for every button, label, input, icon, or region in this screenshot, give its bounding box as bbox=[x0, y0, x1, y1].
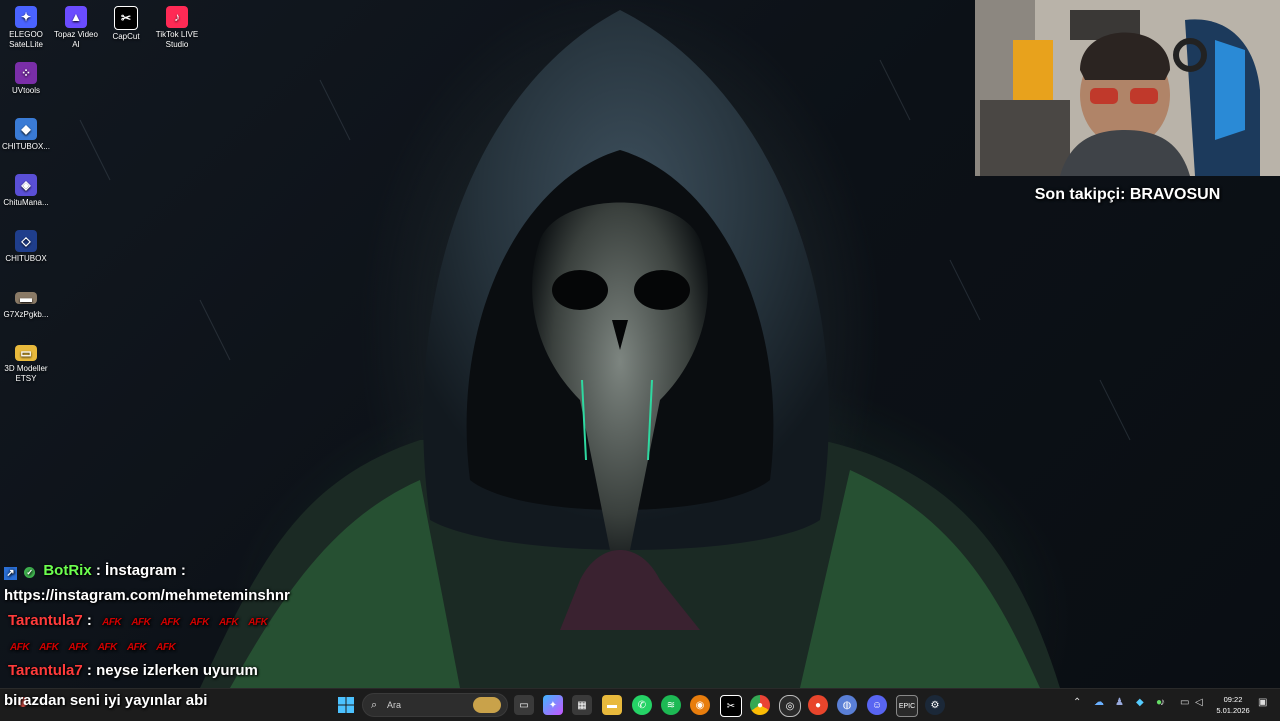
tray-overflow-chevron-icon[interactable]: ⌃ bbox=[1073, 697, 1081, 708]
search-icon: ⌕ bbox=[371, 699, 378, 711]
copilot-icon[interactable]: ✦ bbox=[543, 695, 563, 715]
desktop-icon-folder[interactable]: ▭ 3D Modeller ETSY bbox=[0, 342, 52, 384]
desktop-icon-chitubox-shortcut[interactable]: ◆ CHITUBOX... bbox=[0, 118, 52, 152]
afk-emote: AFK bbox=[10, 642, 30, 653]
chat-username: BotRix bbox=[43, 562, 92, 579]
desktop-icon-label: ELEGOO SateLLite bbox=[9, 30, 43, 49]
chat-message-text: birazdan seni iyi yayınlar abi bbox=[4, 692, 208, 709]
chat-message-afk: Tarantula7 : AFK AFK AFK AFK AFK AFK bbox=[4, 608, 324, 633]
last-follower-label: Son takipçi: BRAVOSUN bbox=[1034, 186, 1221, 203]
chrome-icon[interactable]: ● bbox=[750, 695, 770, 715]
folder-icon: ▭ bbox=[15, 345, 37, 361]
verified-badge-icon: ✓ bbox=[24, 567, 36, 578]
chat-username: Tarantula7 bbox=[8, 662, 83, 679]
microphone-icon[interactable]: ♪ bbox=[1160, 697, 1165, 708]
file-explorer-icon[interactable]: ▬ bbox=[602, 695, 622, 715]
obs-icon[interactable]: ◎ bbox=[779, 695, 801, 717]
chat-link-text: https://instagram.com/mehmeteminshnr bbox=[4, 587, 290, 604]
desktop-icon-elegoo[interactable]: ✦ ELEGOO SateLLite bbox=[0, 6, 52, 50]
tiktok-live-icon: ♪ bbox=[166, 6, 188, 28]
discord-icon[interactable]: ☺ bbox=[867, 695, 887, 715]
afk-emote: AFK bbox=[126, 642, 147, 653]
chat-username: Tarantula7 bbox=[8, 612, 83, 629]
desktop-icon-chitumanager[interactable]: ◈ ChituMana... bbox=[0, 174, 52, 208]
tray-app-icon[interactable]: ☁ bbox=[1094, 697, 1104, 708]
chitumanager-icon: ◈ bbox=[15, 174, 37, 196]
afk-emote: AFK bbox=[68, 642, 88, 653]
steam-icon[interactable]: ⚙ bbox=[925, 695, 945, 715]
chat-message-continuation: https://instagram.com/mehmeteminshnr bbox=[4, 583, 324, 608]
windows-logo-icon bbox=[338, 697, 354, 713]
desktop-icon-topaz[interactable]: ▲ Topaz Video AI bbox=[50, 6, 102, 50]
search-highlight-icon bbox=[473, 697, 501, 713]
volume-icon[interactable]: ◁ bbox=[1195, 697, 1203, 708]
desktop-icon-label: CHITUBOX bbox=[5, 254, 47, 263]
epic-games-icon[interactable]: EPIC bbox=[896, 695, 918, 717]
topaz-icon: ▲ bbox=[65, 6, 87, 28]
desktop-icon-image-file[interactable]: ▬ G7XzPgkb... bbox=[0, 286, 52, 320]
chat-message-botrix: ↗ ✓ BotRix : İnstagram : bbox=[4, 558, 324, 583]
desktop-icon-label: CapCut bbox=[112, 32, 140, 41]
capcut-icon: ✂ bbox=[114, 6, 138, 30]
tray-app-icon[interactable]: ◆ bbox=[1136, 697, 1144, 708]
afk-emote: AFK bbox=[102, 617, 122, 628]
notification-icon[interactable]: ▣ bbox=[1258, 697, 1267, 708]
blender-icon[interactable]: ◉ bbox=[690, 695, 710, 715]
desktop-icon-label: CHITUBOX... bbox=[1, 142, 50, 151]
desktop-icon-chitubox[interactable]: ◇ CHITUBOX bbox=[0, 230, 52, 264]
store-icon[interactable]: ▦ bbox=[572, 695, 592, 715]
desktop-icon-label: TikTok LIVE Studio bbox=[155, 30, 199, 49]
app-blue-icon[interactable]: ◍ bbox=[837, 695, 857, 715]
app-orange-icon[interactable]: ● bbox=[808, 695, 828, 715]
image-file-icon: ▬ bbox=[15, 292, 37, 304]
afk-emote: AFK bbox=[131, 617, 151, 628]
spotify-icon[interactable]: ≋ bbox=[661, 695, 681, 715]
desktop-icon-label: G7XzPgkb... bbox=[3, 310, 49, 319]
network-icon[interactable]: ▭ bbox=[1180, 697, 1189, 708]
chat-message-text: : İnstagram : bbox=[95, 562, 186, 579]
clock-time: 09:22 bbox=[1223, 695, 1243, 704]
chitubox-icon: ◆ bbox=[15, 118, 37, 140]
chat-message-afk-continued: AFK AFK AFK AFK AFK AFK bbox=[4, 633, 324, 658]
start-button[interactable] bbox=[336, 695, 356, 715]
chat-separator: : bbox=[86, 612, 92, 629]
desktop-icon-tiktok-live[interactable]: ♪ TikTok LIVE Studio bbox=[151, 6, 203, 50]
whatsapp-icon[interactable]: ✆ bbox=[632, 695, 652, 715]
desktop-icon-label: UVtools bbox=[11, 86, 40, 95]
search-placeholder: Ara bbox=[387, 700, 402, 710]
afk-emote: AFK bbox=[97, 642, 118, 653]
stream-chat-overlay: ↗ ✓ BotRix : İnstagram : https://instagr… bbox=[4, 558, 324, 683]
afk-emote: AFK bbox=[160, 617, 181, 628]
chat-message-tarantula: Tarantula7 : neyse izlerken uyurum bbox=[4, 658, 324, 683]
chat-message-text: : neyse izlerken uyurum bbox=[86, 662, 258, 679]
kick-badge-icon: ↗ bbox=[4, 567, 17, 580]
taskbar-clock[interactable]: 09:22 5.01.2026 bbox=[1212, 694, 1254, 716]
afk-emote: AFK bbox=[248, 617, 268, 628]
elegoo-icon: ✦ bbox=[15, 6, 37, 28]
tray-app-icon[interactable]: ♟ bbox=[1115, 697, 1124, 708]
chat-message-last: birazdan seni iyi yayınlar abi bbox=[4, 692, 207, 709]
task-view-icon[interactable]: ▭ bbox=[514, 695, 534, 715]
uvtools-icon: ⁘ bbox=[15, 62, 37, 84]
desktop-icon-label: Topaz Video AI bbox=[54, 30, 98, 49]
taskbar-search-input[interactable]: ⌕ Ara bbox=[362, 693, 508, 717]
desktop-icon-label: ChituMana... bbox=[3, 198, 49, 207]
desktop-icon-label: 3D Modeller ETSY bbox=[4, 364, 48, 383]
desktop-icon-uvtools[interactable]: ⁘ UVtools bbox=[0, 62, 52, 96]
afk-emote: AFK bbox=[156, 642, 176, 653]
capcut-taskbar-icon[interactable]: ✂ bbox=[720, 695, 742, 717]
chitubox-app-icon: ◇ bbox=[15, 230, 37, 252]
desktop-icon-capcut[interactable]: ✂ CapCut bbox=[100, 6, 152, 42]
webcam-feed bbox=[975, 0, 1280, 176]
afk-emote: AFK bbox=[189, 617, 210, 628]
afk-emote: AFK bbox=[219, 617, 239, 628]
afk-emote: AFK bbox=[39, 642, 59, 653]
clock-date: 5.01.2026 bbox=[1216, 706, 1250, 715]
